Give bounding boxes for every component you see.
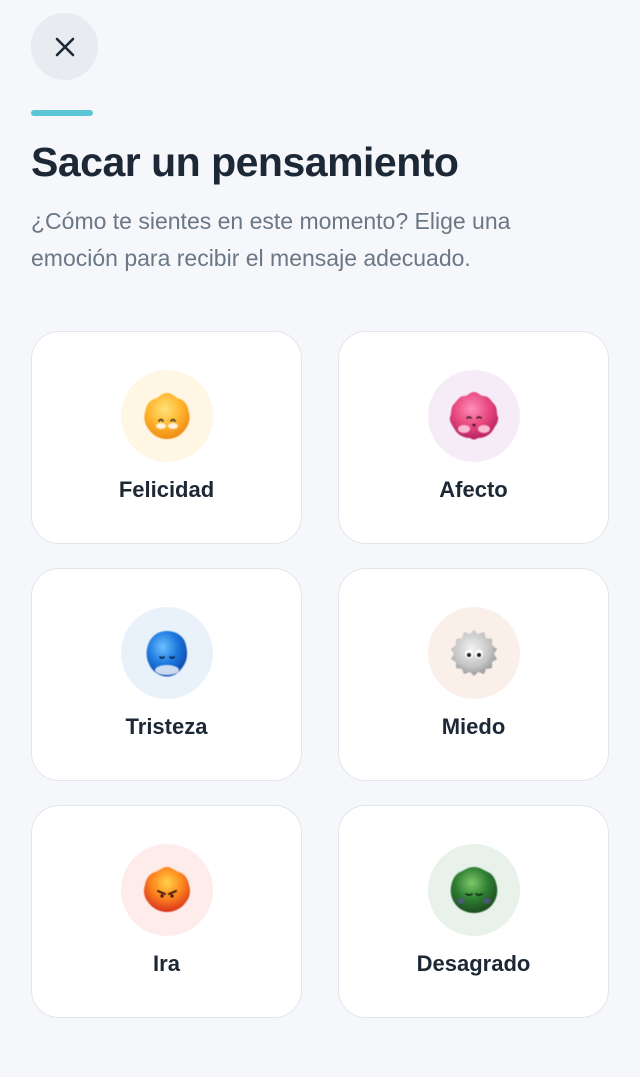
emotion-halo <box>427 370 520 462</box>
emotion-card-desagrado[interactable]: Desagrado <box>338 805 609 1018</box>
disgust-blob-icon <box>450 867 497 913</box>
emotion-halo <box>120 370 213 462</box>
emotion-halo <box>427 844 520 936</box>
page-title: Sacar un pensamiento <box>31 139 459 185</box>
emotion-halo <box>120 844 213 936</box>
accent-bar <box>31 110 93 116</box>
emotion-label: Tristeza <box>125 714 208 739</box>
close-button[interactable] <box>31 13 98 80</box>
emotion-grid: Felicidad Afecto Tristeza Miedo Ira Desa… <box>31 331 609 1018</box>
anger-blob-icon <box>143 867 190 912</box>
happiness-blob-icon <box>143 393 190 439</box>
emotion-card-ira[interactable]: Ira <box>31 805 302 1018</box>
close-icon <box>55 37 74 56</box>
sadness-blob-icon <box>146 631 187 677</box>
emotion-label: Felicidad <box>118 477 215 502</box>
emotion-label: Desagrado <box>416 951 531 976</box>
emotion-label: Afecto <box>439 477 508 502</box>
emotion-card-miedo[interactable]: Miedo <box>338 568 609 781</box>
fear-blob-icon <box>450 630 497 676</box>
emotion-card-afecto[interactable]: Afecto <box>338 331 609 544</box>
emotion-label: Miedo <box>441 714 506 739</box>
affection-blob-icon <box>449 392 498 440</box>
emotion-card-tristeza[interactable]: Tristeza <box>31 568 302 781</box>
page-subtitle: ¿Cómo te sientes en este momento? Elige … <box>31 208 511 271</box>
emotion-halo <box>120 607 213 699</box>
emotion-label: Ira <box>153 951 180 976</box>
emotion-card-felicidad[interactable]: Felicidad <box>31 331 302 544</box>
emotion-halo <box>427 607 520 699</box>
